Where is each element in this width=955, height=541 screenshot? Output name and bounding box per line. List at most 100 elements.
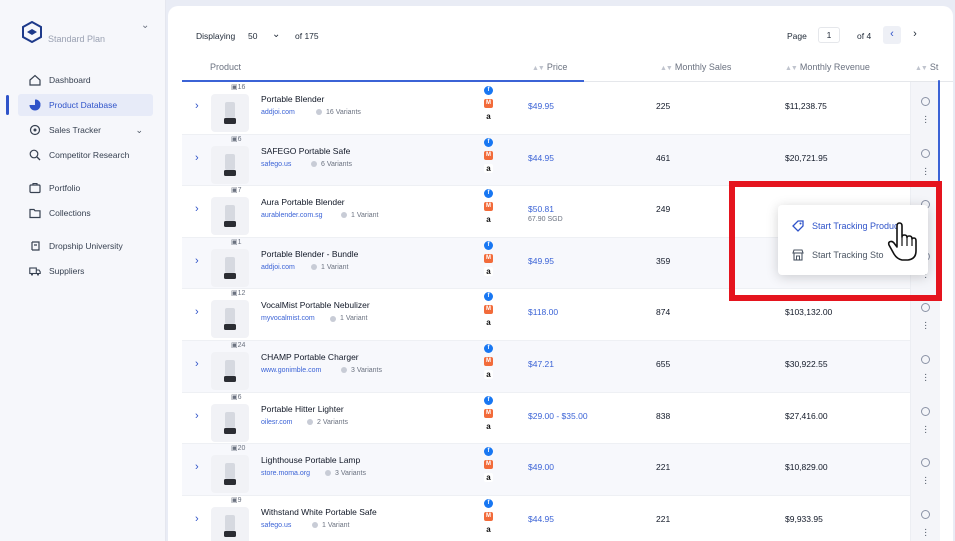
store-domain[interactable]: myvocalmist.com [261,315,315,322]
product-name[interactable]: Portable Blender [261,94,324,104]
facebook-icon[interactable]: f [484,292,493,302]
track-target-icon[interactable] [921,406,930,416]
facebook-icon[interactable]: f [484,240,493,250]
table-row[interactable]: › ▣6 Portable Hitter Lighter oilesr.com … [182,393,913,445]
more-options-icon[interactable]: ··· [924,163,927,179]
scrollbar[interactable] [938,80,940,190]
sidebar-item-competitor-research[interactable]: Competitor Research [18,144,153,166]
product-name[interactable]: Lighthouse Portable Lamp [261,455,360,465]
sidebar-item-portfolio[interactable]: Portfolio [18,177,153,199]
chevron-right-icon[interactable]: › [195,203,199,215]
chevron-right-icon[interactable]: › [195,513,199,525]
product-thumbnail[interactable] [211,403,249,442]
more-options-icon[interactable]: ··· [924,318,927,334]
product-name[interactable]: Portable Blender - Bundle [261,249,358,259]
store-domain[interactable]: safego.us [261,161,291,168]
table-row[interactable]: › ▣9 Withstand White Portable Safe safeg… [182,496,913,541]
product-thumbnail[interactable] [211,145,249,184]
chevron-down-icon[interactable]: ⌄ [135,125,143,136]
facebook-icon[interactable]: f [484,189,493,199]
facebook-icon[interactable]: f [484,498,493,508]
store-domain[interactable]: oilesr.com [261,419,293,426]
product-name[interactable]: SAFEGO Portable Safe [261,146,350,156]
chevron-right-icon[interactable]: › [195,255,199,267]
gmail-icon[interactable]: M [484,305,493,315]
product-thumbnail[interactable] [211,248,249,287]
gmail-icon[interactable]: M [484,357,493,366]
column-header-monthly-revenue[interactable]: ▲▼ Monthly Revenue [785,62,870,72]
logo-icon[interactable] [22,21,42,43]
sidebar-item-dashboard[interactable]: Dashboard [18,69,153,91]
product-name[interactable]: VocalMist Portable Nebulizer [261,300,370,310]
gmail-icon[interactable]: M [484,99,493,108]
more-options-icon[interactable]: ··· [924,112,927,128]
product-name[interactable]: Portable Hitter Lighter [261,404,344,414]
more-options-icon[interactable]: ··· [924,524,927,540]
table-row[interactable]: › ▣24 CHAMP Portable Charger www.gonimbl… [182,341,913,393]
amazon-icon[interactable]: a [484,318,493,328]
gmail-icon[interactable]: M [484,202,493,212]
table-row[interactable]: › ▣6 SAFEGO Portable Safe safego.us 6 Va… [182,134,913,187]
column-header-monthly-sales[interactable]: ▲▼ Monthly Sales [660,62,731,72]
column-header-price[interactable]: ▲▼ Price [532,62,567,72]
facebook-icon[interactable]: f [484,447,493,457]
gmail-icon[interactable]: M [484,460,493,470]
store-domain[interactable]: www.gonimble.com [261,367,321,374]
product-thumbnail[interactable] [211,197,249,236]
chevron-down-icon[interactable]: ⌄ [272,29,280,40]
store-domain[interactable]: safego.us [261,522,291,529]
amazon-icon[interactable]: a [484,112,493,121]
gmail-icon[interactable]: M [484,408,493,418]
chevron-right-icon[interactable]: › [195,100,199,112]
track-target-icon[interactable] [921,97,930,106]
page-input[interactable]: 1 [818,27,840,43]
amazon-icon[interactable]: a [484,524,493,534]
facebook-icon[interactable]: f [484,344,493,353]
column-header-store[interactable]: ▲▼ St [915,62,938,72]
column-header-product[interactable]: Product [210,62,241,72]
facebook-icon[interactable]: f [484,86,493,95]
facebook-icon[interactable]: f [484,395,493,405]
sidebar-item-suppliers[interactable]: Suppliers [18,260,153,282]
store-domain[interactable]: addjoi.com [261,109,295,116]
next-page-button[interactable]: › [906,26,924,44]
more-options-icon[interactable]: ··· [924,473,927,489]
amazon-icon[interactable]: a [484,163,493,173]
store-domain[interactable]: store.moma.org [261,470,310,477]
track-target-icon[interactable] [921,509,930,519]
amazon-icon[interactable]: a [484,266,493,276]
more-options-icon[interactable]: ··· [924,421,927,437]
product-thumbnail[interactable] [211,94,249,132]
chevron-right-icon[interactable]: › [195,152,199,164]
amazon-icon[interactable]: a [484,473,493,483]
chevron-right-icon[interactable]: › [195,306,199,318]
gmail-icon[interactable]: M [484,150,493,160]
chevron-right-icon[interactable]: › [195,461,199,473]
product-thumbnail[interactable] [211,455,249,494]
gmail-icon[interactable]: M [484,511,493,521]
track-target-icon[interactable] [921,355,930,364]
chevron-right-icon[interactable]: › [195,410,199,422]
chevron-right-icon[interactable]: › [195,358,199,370]
amazon-icon[interactable]: a [484,370,493,379]
track-target-icon[interactable] [921,458,930,468]
product-thumbnail[interactable] [211,300,249,339]
product-thumbnail[interactable] [211,352,249,390]
store-domain[interactable]: addjoi.com [261,264,295,271]
track-target-icon[interactable] [921,303,930,313]
prev-page-button[interactable]: ‹ [883,26,901,44]
track-target-icon[interactable] [921,148,930,158]
store-domain[interactable]: aurablender.com.sg [261,212,322,219]
facebook-icon[interactable]: f [484,137,493,147]
product-name[interactable]: Withstand White Portable Safe [261,507,377,517]
sidebar-item-product-database[interactable]: Product Database [18,94,153,116]
product-thumbnail[interactable] [211,506,249,541]
table-row[interactable]: › ▣16 Portable Blender addjoi.com 16 Var… [182,83,913,135]
sidebar-item-dropship-university[interactable]: Dropship University [18,235,153,257]
product-name[interactable]: Aura Portable Blender [261,197,345,207]
amazon-icon[interactable]: a [484,421,493,431]
table-row[interactable]: › ▣20 Lighthouse Portable Lamp store.mom… [182,444,913,496]
sidebar-item-collections[interactable]: Collections [18,202,153,224]
amazon-icon[interactable]: a [484,215,493,225]
product-name[interactable]: CHAMP Portable Charger [261,352,359,362]
